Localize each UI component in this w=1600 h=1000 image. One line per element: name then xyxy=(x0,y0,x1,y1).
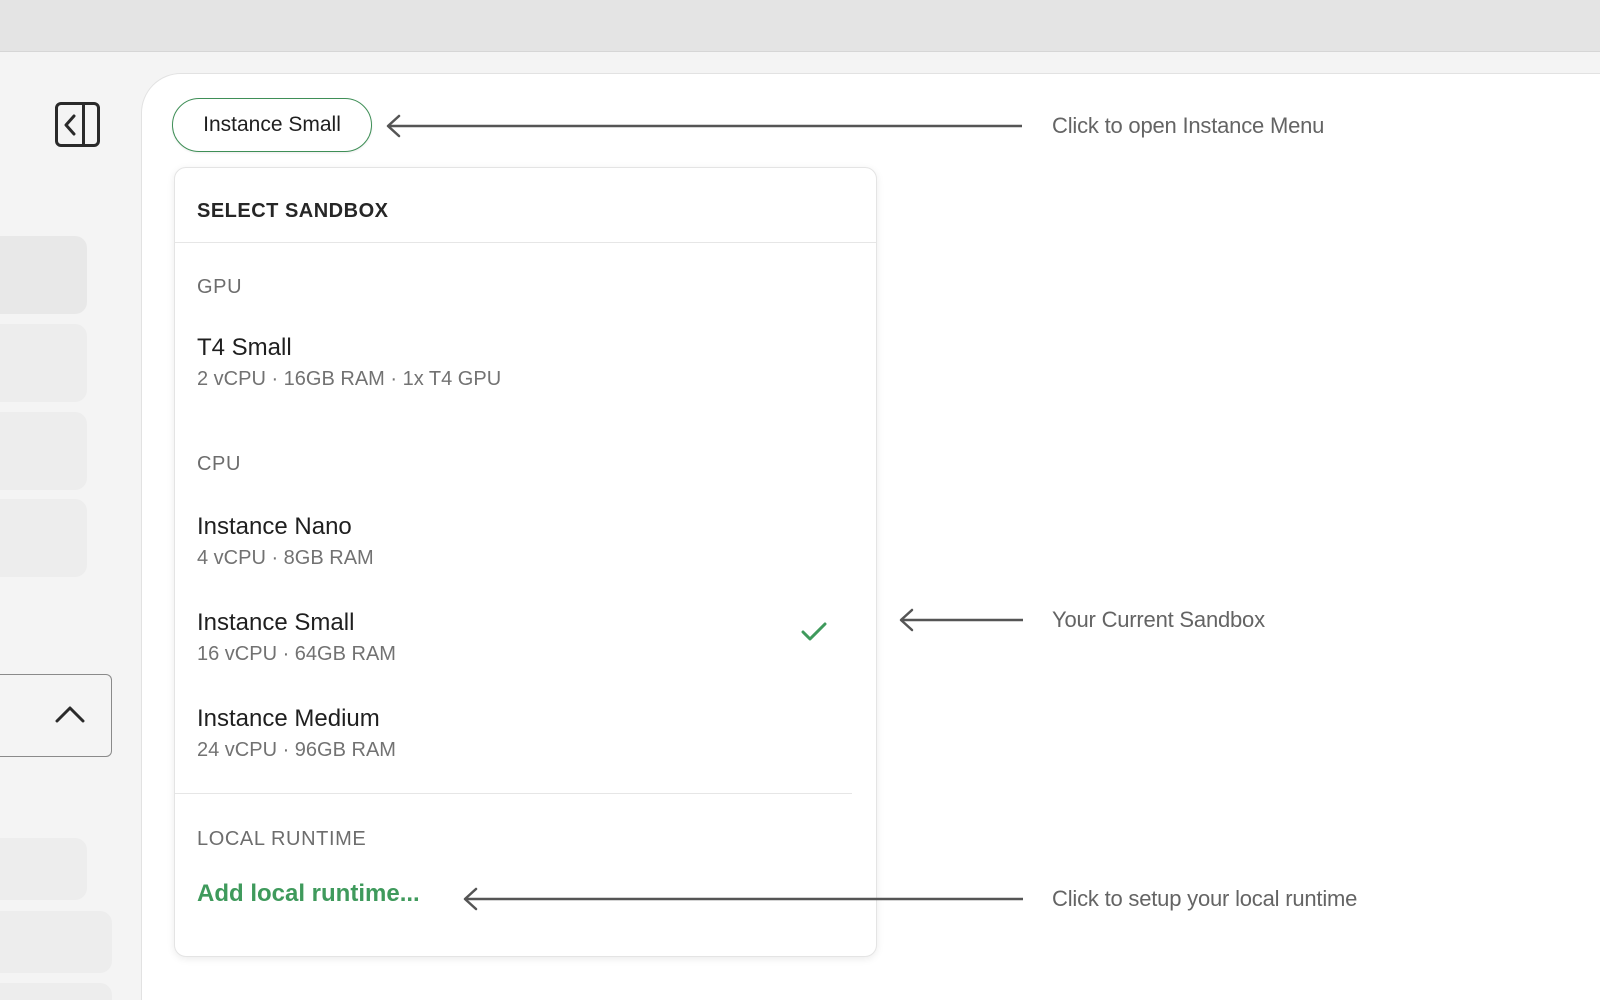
sidebar-item[interactable] xyxy=(0,499,87,577)
arrow-left-icon xyxy=(386,114,1022,138)
sidebar-toggle-button[interactable] xyxy=(55,102,100,147)
sidebar-item[interactable] xyxy=(0,911,112,973)
annotation-current-sandbox: Your Current Sandbox xyxy=(1052,607,1265,632)
section-label-gpu: GPU xyxy=(197,276,243,298)
dropdown-title: SELECT SANDBOX xyxy=(197,200,389,222)
sidebar-item[interactable] xyxy=(0,412,87,490)
sidebar-item[interactable] xyxy=(0,324,87,402)
option-specs: 4 vCPU · 8GB RAM xyxy=(197,547,374,569)
select-sandbox-dropdown: SELECT SANDBOX GPU T4 Small 2 vCPU · 16G… xyxy=(174,167,877,957)
sidebar-item[interactable] xyxy=(0,838,87,900)
sidebar-item[interactable] xyxy=(0,983,112,1000)
annotation-local-runtime: Click to setup your local runtime xyxy=(1052,886,1358,911)
section-label-cpu: CPU xyxy=(197,453,242,475)
top-bar xyxy=(0,0,1600,52)
instance-menu-button[interactable]: Instance Small xyxy=(172,98,372,152)
check-icon xyxy=(801,622,827,641)
option-specs: 24 vCPU · 96GB RAM xyxy=(197,739,396,761)
option-specs: 16 vCPU · 64GB RAM xyxy=(197,643,396,665)
option-t4-small[interactable]: T4 Small 2 vCPU · 16GB RAM · 1x T4 GPU xyxy=(175,334,876,418)
chevron-left-icon xyxy=(64,114,76,136)
add-local-runtime-link[interactable]: Add local runtime... xyxy=(197,880,420,908)
option-name: T4 Small xyxy=(197,334,292,361)
option-instance-small[interactable]: Instance Small 16 vCPU · 64GB RAM xyxy=(175,609,876,693)
chevron-up-icon xyxy=(55,706,85,723)
arrow-left-icon xyxy=(463,887,1023,911)
sidebar-collapse-button[interactable] xyxy=(0,674,112,757)
section-label-local-runtime: LOCAL RUNTIME xyxy=(197,828,367,850)
annotation-open-menu: Click to open Instance Menu xyxy=(1052,113,1325,138)
arrow-left-icon xyxy=(899,608,1023,632)
option-name: Instance Medium xyxy=(197,705,380,732)
option-specs: 2 vCPU · 16GB RAM · 1x T4 GPU xyxy=(197,368,502,390)
option-instance-nano[interactable]: Instance Nano 4 vCPU · 8GB RAM xyxy=(175,513,876,597)
sidebar-toggle-divider xyxy=(82,105,85,144)
option-name: Instance Small xyxy=(197,609,355,636)
option-name: Instance Nano xyxy=(197,513,352,540)
sidebar-item[interactable] xyxy=(0,236,87,314)
dropdown-header: SELECT SANDBOX xyxy=(175,168,876,243)
section-divider xyxy=(175,793,852,794)
option-instance-medium[interactable]: Instance Medium 24 vCPU · 96GB RAM xyxy=(175,705,876,789)
